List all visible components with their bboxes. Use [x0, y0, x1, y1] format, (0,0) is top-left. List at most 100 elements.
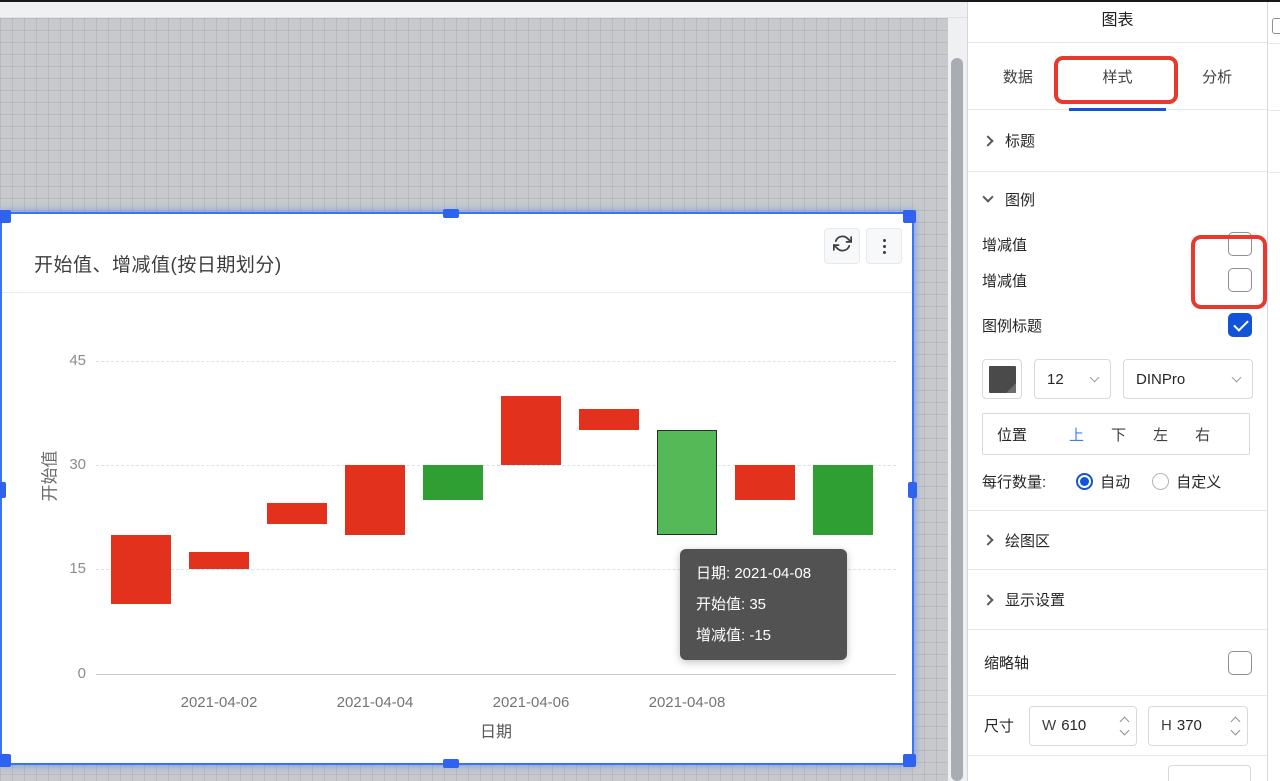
- section-display-settings[interactable]: 显示设置: [968, 570, 1267, 630]
- chart-tooltip: 日期: 2021-04-08 开始值: 35 增减值: -15: [680, 549, 847, 660]
- thumbnail-axis-row: 缩略轴: [968, 630, 1267, 696]
- font-family-select[interactable]: DINPro: [1123, 359, 1253, 399]
- y-axis-title: 开始值: [36, 478, 61, 502]
- waterfall-bar-2021-04-03[interactable]: [267, 503, 327, 524]
- waterfall-bar-2021-04-04[interactable]: [345, 465, 405, 535]
- waterfall-bar-2021-04-02[interactable]: [189, 552, 249, 569]
- radio-option-custom[interactable]: 自定义: [1152, 471, 1221, 492]
- per-row-count-label: 每行数量:: [982, 471, 1046, 492]
- legend-item-label: 增减值: [982, 270, 1027, 291]
- chevron-down-icon: [1090, 373, 1100, 383]
- size-row: 尺寸 W 610 H 370: [968, 696, 1267, 756]
- legend-item-checkbox[interactable]: [1228, 232, 1252, 256]
- x-tick-label: 2021-04-06: [476, 694, 586, 711]
- dashboard-canvas[interactable]: 开始值、增减值(按日期划分) 开始值 日期: [0, 18, 948, 781]
- chart-card[interactable]: 开始值、增减值(按日期划分) 开始值 日期: [0, 212, 914, 765]
- legend-title-label: 图例标题: [982, 315, 1042, 336]
- right-rail: [1267, 0, 1280, 781]
- waterfall-bar-2021-04-05[interactable]: [423, 465, 483, 500]
- width-spinner[interactable]: W 610: [1029, 706, 1137, 746]
- x-tick-label: 2021-04-02: [164, 694, 274, 711]
- rail-panel-icon[interactable]: [1272, 18, 1280, 34]
- canvas-top-strip: [0, 2, 967, 18]
- resize-handle-right[interactable]: [908, 482, 917, 498]
- tooltip-change-value: 增减值: -15: [696, 620, 831, 651]
- panel-title: 图表: [968, 0, 1267, 43]
- rail-divider: [1268, 172, 1280, 173]
- legend-item-row: 增减值: [968, 226, 1267, 262]
- height-spinner-arrows[interactable]: [1223, 707, 1247, 745]
- thumbnail-axis-checkbox[interactable]: [1228, 651, 1252, 675]
- canvas-scrollbar-track[interactable]: [948, 18, 967, 781]
- chart-settings-panel: 图表 数据 样式 分析 标题 图例 增减值 增减值: [967, 0, 1267, 781]
- radio-option-auto[interactable]: 自动: [1076, 471, 1130, 492]
- per-row-count-row: 每行数量: 自动 自定义: [982, 471, 1253, 492]
- x-tick-label: 2021-04-04: [320, 694, 430, 711]
- position-option-right[interactable]: 右: [1195, 424, 1210, 445]
- rail-divider: [1268, 110, 1280, 111]
- section-title[interactable]: 标题: [968, 110, 1267, 172]
- thumbnail-axis-label: 缩略轴: [984, 652, 1029, 673]
- x-axis-line: [96, 674, 896, 675]
- radio-custom-label: 自定义: [1176, 471, 1221, 492]
- y-tick-label: 15: [42, 560, 86, 578]
- waterfall-bar-2021-04-09[interactable]: [735, 465, 795, 500]
- size-label: 尺寸: [984, 715, 1014, 736]
- height-prefix: H: [1161, 717, 1172, 734]
- position-option-bottom[interactable]: 下: [1111, 424, 1126, 445]
- tab-analysis[interactable]: 分析: [1167, 43, 1267, 109]
- chevron-down-icon: [1119, 725, 1129, 735]
- waterfall-bar-2021-04-06[interactable]: [501, 396, 561, 466]
- rail-divider: [1268, 43, 1280, 44]
- font-size-value: 12: [1047, 371, 1064, 388]
- position-option-left[interactable]: 左: [1153, 424, 1168, 445]
- font-family-value: DINPro: [1136, 371, 1185, 388]
- resize-handle-top-right[interactable]: [903, 210, 916, 223]
- per-row-radio-group: 自动 自定义: [1076, 471, 1221, 492]
- waterfall-plot: 开始值 日期 日期: 2021-04-08 开始值: 35 增减值: -15 0…: [2, 214, 912, 763]
- position-label: 位置: [997, 424, 1027, 445]
- tooltip-date: 日期: 2021-04-08: [696, 558, 831, 589]
- legend-item-row: 增减值: [968, 262, 1267, 298]
- chevron-right-icon: [982, 135, 993, 146]
- radio-selected-icon: [1076, 473, 1093, 490]
- resize-handle-bottom-left[interactable]: [0, 754, 11, 767]
- canvas-scrollbar-thumb[interactable]: [951, 58, 963, 781]
- waterfall-bar-2021-04-07[interactable]: [579, 409, 639, 430]
- legend-item-checkbox[interactable]: [1228, 268, 1252, 292]
- height-value: 370: [1177, 717, 1202, 734]
- width-prefix: W: [1042, 717, 1056, 734]
- position-option-top[interactable]: 上: [1069, 424, 1084, 445]
- y-tick-label: 45: [42, 352, 86, 370]
- chevron-down-icon: [1232, 373, 1242, 383]
- section-plot-area[interactable]: 绘图区: [968, 511, 1267, 570]
- y-gridline: [96, 361, 896, 362]
- resize-handle-top[interactable]: [443, 209, 459, 218]
- legend-item-label: 增减值: [982, 234, 1027, 255]
- tab-data[interactable]: 数据: [968, 43, 1068, 109]
- font-color-swatch: [989, 366, 1016, 393]
- resize-handle-bottom[interactable]: [443, 759, 459, 768]
- radio-auto-label: 自动: [1100, 471, 1130, 492]
- waterfall-bar-2021-04-01[interactable]: [111, 535, 171, 605]
- width-spinner-arrows[interactable]: [1112, 707, 1136, 745]
- legend-header[interactable]: 图例: [968, 172, 1267, 226]
- font-color-picker[interactable]: [982, 359, 1022, 399]
- partial-control: [1168, 765, 1251, 781]
- legend-title-checkbox[interactable]: [1228, 313, 1252, 337]
- section-title-label: 标题: [1005, 130, 1035, 151]
- width-value: 610: [1061, 717, 1086, 734]
- legend-title-row: 图例标题: [968, 298, 1267, 352]
- resize-handle-bottom-right[interactable]: [903, 754, 916, 767]
- waterfall-bar-2021-04-08[interactable]: [657, 430, 717, 534]
- resize-handle-top-left[interactable]: [0, 210, 11, 223]
- chevron-down-icon: [982, 191, 993, 202]
- tooltip-start-value: 开始值: 35: [696, 589, 831, 620]
- resize-handle-left[interactable]: [0, 482, 6, 498]
- waterfall-bar-2021-04-10[interactable]: [813, 465, 873, 535]
- radio-unselected-icon: [1152, 473, 1169, 490]
- height-spinner[interactable]: H 370: [1148, 706, 1248, 746]
- font-size-select[interactable]: 12: [1034, 359, 1111, 399]
- tab-style[interactable]: 样式: [1068, 43, 1168, 109]
- section-legend: 图例 增减值 增减值 图例标题 12: [968, 172, 1267, 511]
